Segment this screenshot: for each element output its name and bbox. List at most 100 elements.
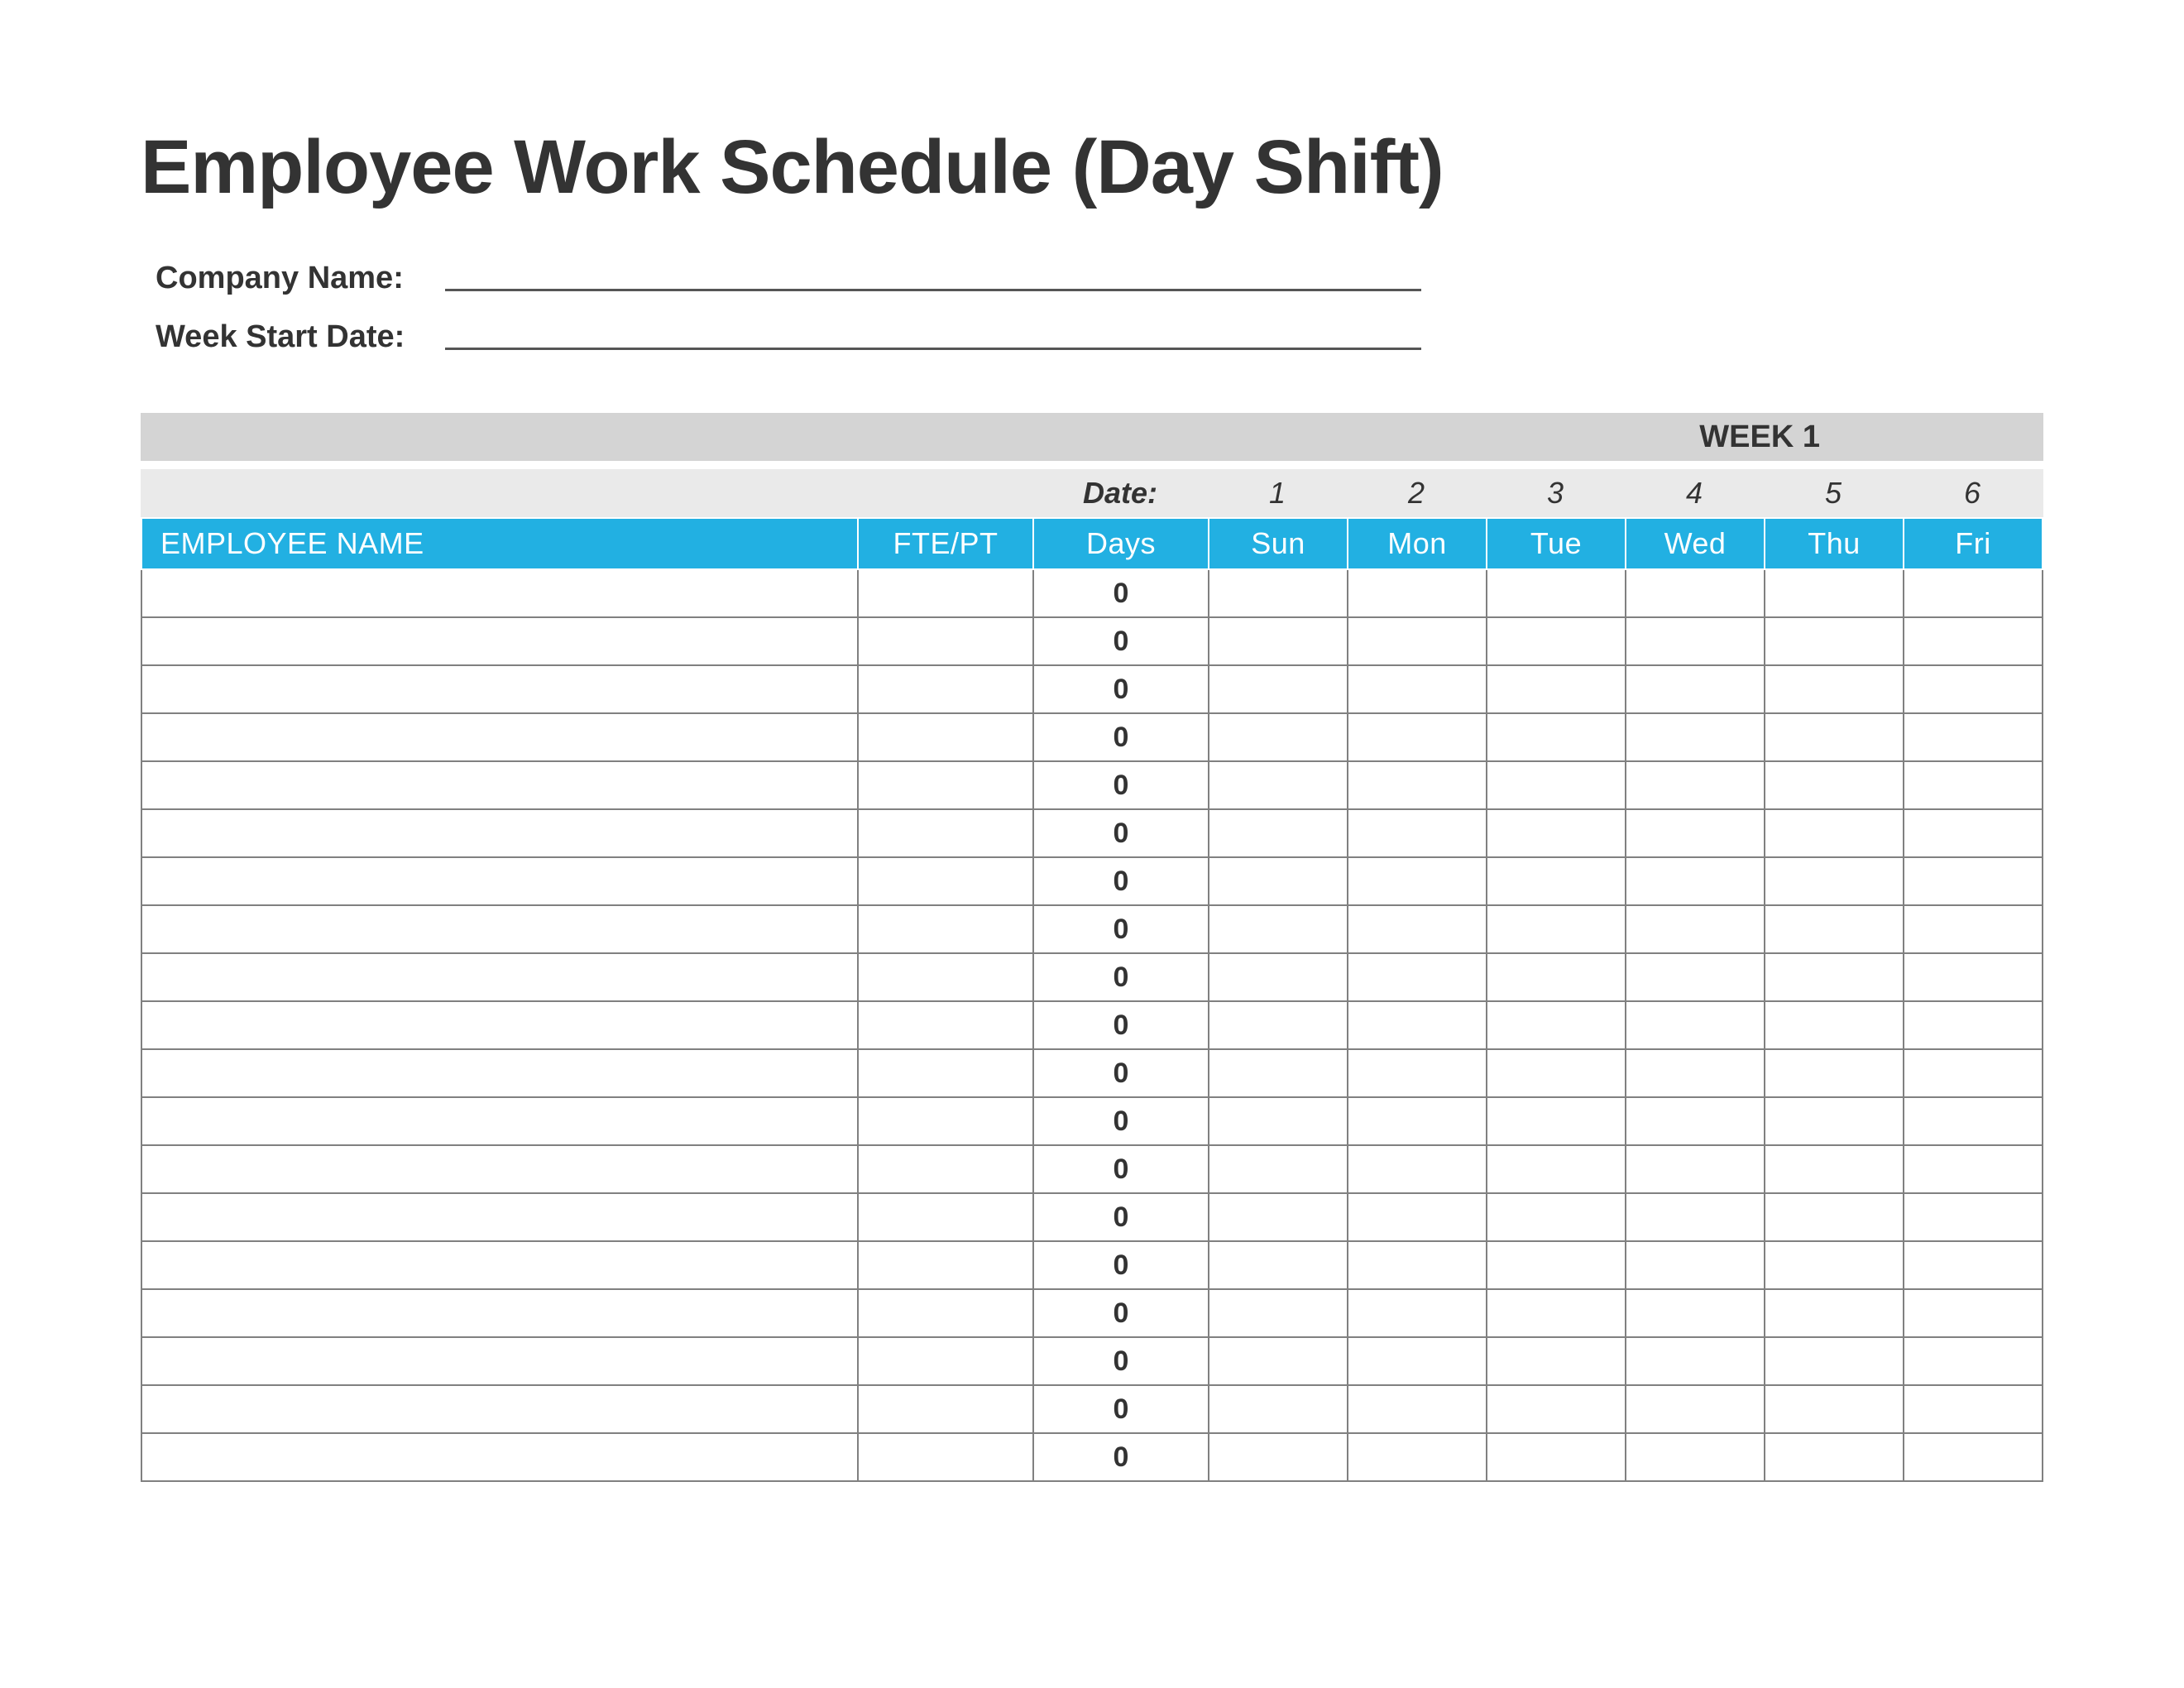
days-cell[interactable]: 0 bbox=[1033, 665, 1209, 713]
fte-pt-cell[interactable] bbox=[858, 1385, 1033, 1433]
days-cell[interactable]: 0 bbox=[1033, 761, 1209, 809]
day-cell[interactable] bbox=[1904, 1145, 2043, 1193]
day-cell[interactable] bbox=[1626, 857, 1765, 905]
days-cell[interactable]: 0 bbox=[1033, 1001, 1209, 1049]
day-cell[interactable] bbox=[1904, 953, 2043, 1001]
day-cell[interactable] bbox=[1348, 569, 1487, 617]
day-cell[interactable] bbox=[1626, 1001, 1765, 1049]
day-cell[interactable] bbox=[1904, 1337, 2043, 1385]
day-cell[interactable] bbox=[1904, 665, 2043, 713]
day-cell[interactable] bbox=[1209, 905, 1348, 953]
fte-pt-cell[interactable] bbox=[858, 905, 1033, 953]
day-cell[interactable] bbox=[1626, 713, 1765, 761]
day-cell[interactable] bbox=[1765, 953, 1904, 1001]
day-cell[interactable] bbox=[1209, 1385, 1348, 1433]
day-cell[interactable] bbox=[1209, 713, 1348, 761]
day-cell[interactable] bbox=[1626, 1385, 1765, 1433]
day-cell[interactable] bbox=[1487, 809, 1626, 857]
day-cell[interactable] bbox=[1765, 1385, 1904, 1433]
days-cell[interactable]: 0 bbox=[1033, 905, 1209, 953]
fte-pt-cell[interactable] bbox=[858, 953, 1033, 1001]
day-cell[interactable] bbox=[1209, 1337, 1348, 1385]
day-cell[interactable] bbox=[1487, 761, 1626, 809]
day-cell[interactable] bbox=[1348, 617, 1487, 665]
day-cell[interactable] bbox=[1904, 1193, 2043, 1241]
day-cell[interactable] bbox=[1209, 569, 1348, 617]
day-cell[interactable] bbox=[1348, 1097, 1487, 1145]
employee-name-cell[interactable] bbox=[141, 1337, 858, 1385]
day-cell[interactable] bbox=[1904, 809, 2043, 857]
employee-name-cell[interactable] bbox=[141, 953, 858, 1001]
day-cell[interactable] bbox=[1209, 1289, 1348, 1337]
day-cell[interactable] bbox=[1904, 1289, 2043, 1337]
days-cell[interactable]: 0 bbox=[1033, 569, 1209, 617]
days-cell[interactable]: 0 bbox=[1033, 1241, 1209, 1289]
day-cell[interactable] bbox=[1904, 1241, 2043, 1289]
day-cell[interactable] bbox=[1626, 1097, 1765, 1145]
day-cell[interactable] bbox=[1487, 665, 1626, 713]
employee-name-cell[interactable] bbox=[141, 809, 858, 857]
fte-pt-cell[interactable] bbox=[858, 713, 1033, 761]
day-cell[interactable] bbox=[1765, 569, 1904, 617]
day-cell[interactable] bbox=[1209, 1049, 1348, 1097]
day-cell[interactable] bbox=[1626, 1145, 1765, 1193]
days-cell[interactable]: 0 bbox=[1033, 713, 1209, 761]
day-cell[interactable] bbox=[1904, 617, 2043, 665]
day-cell[interactable] bbox=[1209, 1433, 1348, 1481]
day-cell[interactable] bbox=[1765, 1337, 1904, 1385]
day-cell[interactable] bbox=[1765, 1193, 1904, 1241]
day-cell[interactable] bbox=[1487, 1433, 1626, 1481]
day-cell[interactable] bbox=[1626, 1241, 1765, 1289]
day-cell[interactable] bbox=[1348, 1145, 1487, 1193]
day-cell[interactable] bbox=[1904, 1433, 2043, 1481]
employee-name-cell[interactable] bbox=[141, 1385, 858, 1433]
employee-name-cell[interactable] bbox=[141, 1097, 858, 1145]
employee-name-cell[interactable] bbox=[141, 1193, 858, 1241]
day-cell[interactable] bbox=[1348, 1433, 1487, 1481]
employee-name-cell[interactable] bbox=[141, 857, 858, 905]
employee-name-cell[interactable] bbox=[141, 1145, 858, 1193]
employee-name-cell[interactable] bbox=[141, 617, 858, 665]
day-cell[interactable] bbox=[1348, 1001, 1487, 1049]
day-cell[interactable] bbox=[1765, 1001, 1904, 1049]
fte-pt-cell[interactable] bbox=[858, 1145, 1033, 1193]
days-cell[interactable]: 0 bbox=[1033, 1433, 1209, 1481]
day-cell[interactable] bbox=[1487, 1049, 1626, 1097]
day-cell[interactable] bbox=[1765, 1433, 1904, 1481]
day-cell[interactable] bbox=[1904, 713, 2043, 761]
days-cell[interactable]: 0 bbox=[1033, 1097, 1209, 1145]
fte-pt-cell[interactable] bbox=[858, 569, 1033, 617]
day-cell[interactable] bbox=[1348, 953, 1487, 1001]
employee-name-cell[interactable] bbox=[141, 1049, 858, 1097]
days-cell[interactable]: 0 bbox=[1033, 1193, 1209, 1241]
fte-pt-cell[interactable] bbox=[858, 1097, 1033, 1145]
days-cell[interactable]: 0 bbox=[1033, 1145, 1209, 1193]
day-cell[interactable] bbox=[1626, 569, 1765, 617]
day-cell[interactable] bbox=[1348, 1289, 1487, 1337]
day-cell[interactable] bbox=[1765, 857, 1904, 905]
employee-name-cell[interactable] bbox=[141, 1433, 858, 1481]
employee-name-cell[interactable] bbox=[141, 713, 858, 761]
days-cell[interactable]: 0 bbox=[1033, 1385, 1209, 1433]
day-cell[interactable] bbox=[1487, 953, 1626, 1001]
day-cell[interactable] bbox=[1765, 617, 1904, 665]
fte-pt-cell[interactable] bbox=[858, 1337, 1033, 1385]
day-cell[interactable] bbox=[1348, 1337, 1487, 1385]
day-cell[interactable] bbox=[1626, 1337, 1765, 1385]
day-cell[interactable] bbox=[1487, 1385, 1626, 1433]
days-cell[interactable]: 0 bbox=[1033, 809, 1209, 857]
day-cell[interactable] bbox=[1904, 569, 2043, 617]
days-cell[interactable]: 0 bbox=[1033, 857, 1209, 905]
days-cell[interactable]: 0 bbox=[1033, 617, 1209, 665]
day-cell[interactable] bbox=[1765, 665, 1904, 713]
employee-name-cell[interactable] bbox=[141, 905, 858, 953]
day-cell[interactable] bbox=[1765, 761, 1904, 809]
day-cell[interactable] bbox=[1487, 1145, 1626, 1193]
fte-pt-cell[interactable] bbox=[858, 665, 1033, 713]
employee-name-cell[interactable] bbox=[141, 1241, 858, 1289]
day-cell[interactable] bbox=[1765, 1097, 1904, 1145]
day-cell[interactable] bbox=[1487, 1097, 1626, 1145]
days-cell[interactable]: 0 bbox=[1033, 1049, 1209, 1097]
day-cell[interactable] bbox=[1348, 761, 1487, 809]
day-cell[interactable] bbox=[1626, 1193, 1765, 1241]
